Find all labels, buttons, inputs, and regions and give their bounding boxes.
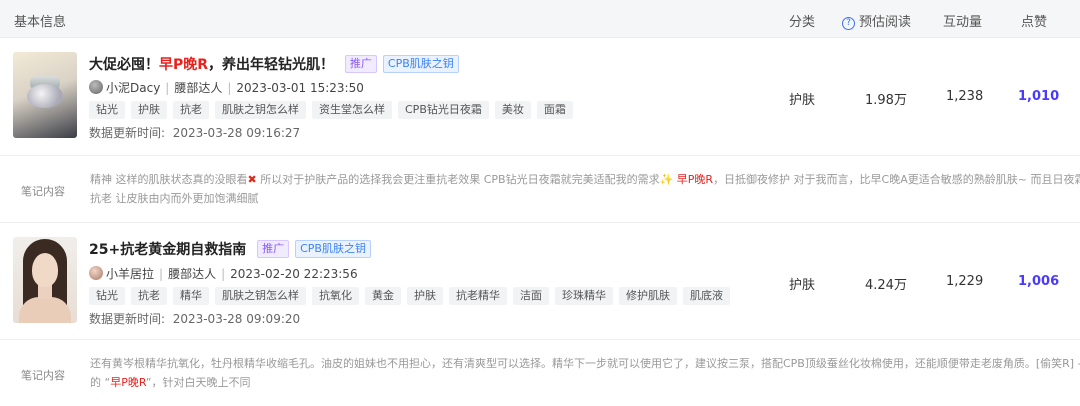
tag[interactable]: 珍珠精华 bbox=[555, 287, 613, 305]
table-row[interactable]: 25+抗老黄金期自救指南 推广 CPB肌肤之钥 小羊居拉 | 腰部达人 | 2023-02… bbox=[0, 222, 1080, 339]
author-meta: 小泥Dacy | 腰部达人 | 2023-03-01 15:23:50 bbox=[89, 79, 364, 96]
header-interaction[interactable]: 互动量 bbox=[943, 11, 982, 30]
likes-cell: 1,010 bbox=[1018, 89, 1060, 104]
reads-cell: 4.24万 bbox=[865, 278, 907, 293]
author-name[interactable]: 小泥Dacy bbox=[106, 81, 160, 95]
content-text: 抗老 让皮肤由内而外更加饱满细腻 bbox=[90, 192, 259, 205]
header-basic-info: 基本信息 bbox=[14, 15, 67, 30]
x-mark-icon: ✖ bbox=[247, 173, 257, 186]
note-content-text: 精神 这样的肌肤状态真的没眼看✖ 所以对于护肤产品的选择我会更注重抗老效果 CP… bbox=[90, 170, 1080, 210]
help-icon[interactable]: ? bbox=[842, 17, 855, 30]
updated-time: 2023-03-28 09:16:27 bbox=[172, 126, 301, 140]
reads-cell: 1.98万 bbox=[865, 93, 907, 108]
content-highlight: 早P晚R bbox=[110, 376, 146, 389]
tag[interactable]: 肌底液 bbox=[683, 287, 730, 305]
table-header: 基本信息 分类 ? 预估阅读 互动量 点赞 bbox=[0, 0, 1080, 38]
content-text: ”，针对白天晚上不同 bbox=[145, 376, 251, 389]
tag[interactable]: 资生堂怎么样 bbox=[312, 101, 392, 119]
jar-shape bbox=[27, 84, 63, 108]
author-level: 腰部达人 bbox=[174, 81, 223, 95]
tag[interactable]: 肌肤之钥怎么样 bbox=[215, 287, 306, 305]
content-label: 笔记内容 bbox=[21, 369, 65, 382]
note-title[interactable]: 25+抗老黄金期自救指南 推广 CPB肌肤之钥 bbox=[89, 239, 371, 259]
avatar[interactable] bbox=[89, 266, 103, 280]
updated-time: 2023-03-28 09:09:20 bbox=[172, 312, 301, 326]
title-text: 25+抗老黄金期自救指南 bbox=[89, 242, 247, 258]
tag[interactable]: 钻光 bbox=[89, 101, 125, 119]
note-content-text: 还有黄岑根精华抗氧化，牡丹根精华收缩毛孔。油皮的姐妹也不用担心，还有清爽型可以选… bbox=[90, 354, 1080, 394]
author-name[interactable]: 小羊居拉 bbox=[106, 267, 154, 281]
note-title[interactable]: 大促必囤！早P晚R，养出年轻钻光肌！ 推广 CPB肌肤之钥 bbox=[89, 54, 459, 74]
content-label: 笔记内容 bbox=[21, 185, 65, 198]
tag[interactable]: 抗老 bbox=[131, 287, 167, 305]
tag[interactable]: 洁面 bbox=[513, 287, 549, 305]
tag[interactable]: 肌肤之钥怎么样 bbox=[215, 101, 306, 119]
content-text: 所以对于护肤产品的选择我会更注重抗老效果 CPB钻光日夜霜就完美适配我的需求 bbox=[256, 173, 660, 186]
tag[interactable]: 黄金 bbox=[365, 287, 401, 305]
interaction-cell: 1,229 bbox=[946, 274, 984, 289]
note-cover-image[interactable] bbox=[13, 237, 77, 323]
tag[interactable]: 修护肌肤 bbox=[619, 287, 677, 305]
content-text: 精神 这样的肌肤状态真的没眼看 bbox=[90, 173, 248, 186]
tag[interactable]: 抗老 bbox=[173, 101, 209, 119]
content-text: 还有黄岑根精华抗氧化，牡丹根精华收缩毛孔。油皮的姐妹也不用担心，还有清爽型可以选… bbox=[90, 357, 1080, 370]
note-content-row: 笔记内容 精神 这样的肌肤状态真的没眼看✖ 所以对于护肤产品的选择我会更注重抗老… bbox=[0, 155, 1080, 222]
table-row[interactable]: 大促必囤！早P晚R，养出年轻钻光肌！ 推广 CPB肌肤之钥 小泥Dacy | 腰部达人… bbox=[0, 38, 1080, 154]
brand-badge[interactable]: CPB肌肤之钥 bbox=[382, 55, 459, 73]
promo-badge: 推广 bbox=[344, 55, 377, 73]
tag-list: 钻光 抗老 精华 肌肤之钥怎么样 抗氧化 黄金 护肤 抗老精华 洁面 珍珠精华 修护肌肤 肌底液 bbox=[89, 287, 736, 305]
content-highlight: 早P晚R bbox=[676, 173, 714, 186]
data-updated: 数据更新时间: 2023-03-28 09:09:20 bbox=[89, 310, 300, 327]
publish-time: 2023-03-01 15:23:50 bbox=[236, 81, 364, 95]
header-reads-label: 预估阅读 bbox=[859, 15, 912, 30]
tag[interactable]: 钻光 bbox=[89, 287, 125, 305]
header-likes[interactable]: 点赞 bbox=[1021, 11, 1047, 30]
note-cover-image[interactable] bbox=[13, 52, 77, 138]
promo-badge: 推广 bbox=[257, 240, 290, 258]
tag[interactable]: 美妆 bbox=[494, 101, 531, 119]
tag[interactable]: 面霜 bbox=[536, 101, 573, 119]
sparkle-icon: ✨ bbox=[659, 173, 674, 186]
updated-label: 数据更新时间: bbox=[89, 312, 166, 326]
tag-list: 钻光 护肤 抗老 肌肤之钥怎么样 资生堂怎么样 CPB钻光日夜霜 美妆 面霜 bbox=[89, 101, 579, 119]
publish-time: 2023-02-20 22:23:56 bbox=[230, 267, 358, 281]
brand-badge[interactable]: CPB肌肤之钥 bbox=[295, 240, 371, 258]
tag[interactable]: 护肤 bbox=[407, 287, 443, 305]
title-text-rest: ，养出年轻钻光肌！ bbox=[208, 57, 335, 73]
likes-cell: 1,006 bbox=[1018, 274, 1060, 289]
content-text: ，日抵御夜修护 对于我而言，比早C晚A更适合敏感的熟龄肌肤~ 而且日夜霜 bbox=[713, 173, 1080, 186]
neck-shape bbox=[38, 285, 52, 299]
content-text: 的 “ bbox=[90, 376, 111, 389]
author-meta: 小羊居拉 | 腰部达人 | 2023-02-20 22:23:56 bbox=[89, 265, 358, 282]
tag[interactable]: CPB钻光日夜霜 bbox=[398, 101, 489, 119]
note-content-row: 笔记内容 还有黄岑根精华抗氧化，牡丹根精华收缩毛孔。油皮的姐妹也不用担心，还有清… bbox=[0, 339, 1080, 406]
header-reads[interactable]: ? 预估阅读 bbox=[842, 11, 911, 30]
tag[interactable]: 护肤 bbox=[131, 101, 167, 119]
category-cell: 护肤 bbox=[789, 278, 816, 293]
tag[interactable]: 抗氧化 bbox=[312, 287, 359, 305]
shoulder-shape bbox=[19, 297, 71, 323]
interaction-cell: 1,238 bbox=[946, 89, 984, 104]
header-category[interactable]: 分类 bbox=[789, 11, 815, 30]
tag[interactable]: 抗老精华 bbox=[449, 287, 507, 305]
author-level: 腰部达人 bbox=[168, 267, 217, 281]
avatar[interactable] bbox=[89, 80, 103, 94]
title-text: 大促必囤！ bbox=[89, 57, 159, 73]
tag[interactable]: 精华 bbox=[173, 287, 209, 305]
updated-label: 数据更新时间: bbox=[89, 126, 166, 140]
title-highlight: 早P晚R bbox=[159, 57, 209, 73]
category-cell: 护肤 bbox=[789, 93, 816, 108]
data-updated: 数据更新时间: 2023-03-28 09:16:27 bbox=[89, 124, 300, 141]
face-shape bbox=[32, 253, 58, 287]
